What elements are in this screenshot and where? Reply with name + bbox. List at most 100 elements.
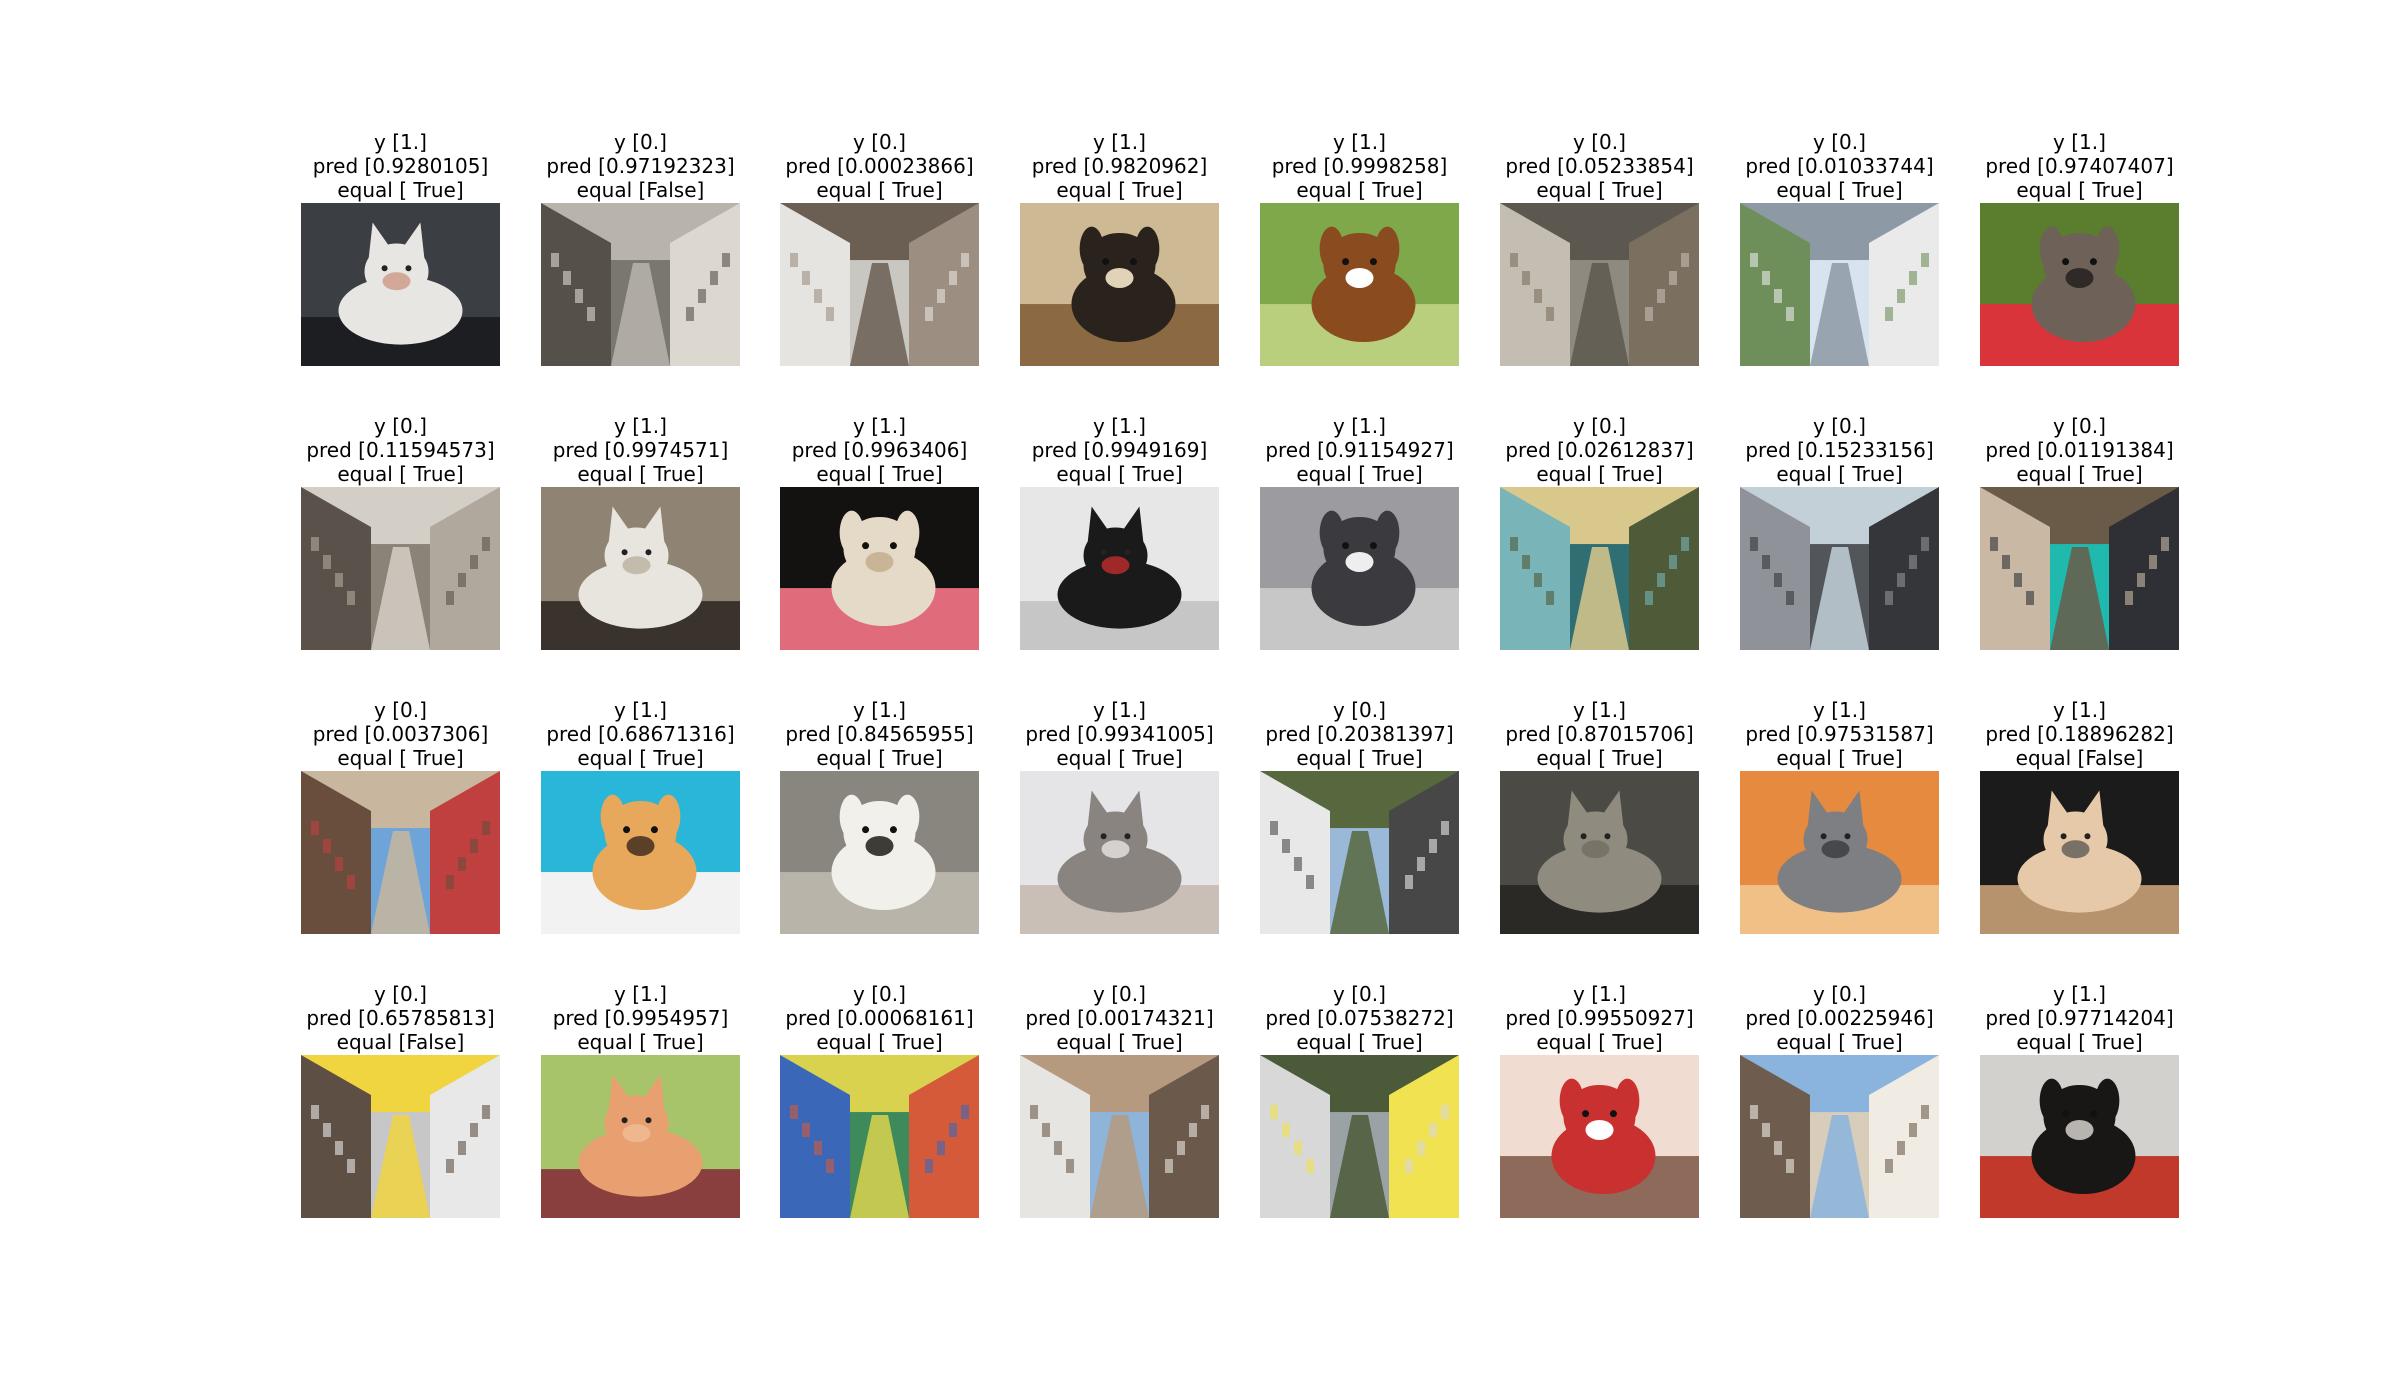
- sample-image-cat: [541, 1055, 740, 1218]
- sample-image-alley: [541, 203, 740, 366]
- sample-image-cat: [1020, 771, 1219, 934]
- panel-y-label: y [0.]: [853, 130, 906, 154]
- panel-pred-label: pred [0.0037306]: [312, 722, 489, 746]
- panel-title: y [1.] pred [0.84565955] equal [ True]: [740, 698, 1019, 770]
- panel-equal-label: equal [ True]: [1056, 178, 1183, 202]
- panel-y-label: y [0.]: [1813, 414, 1866, 438]
- panel-y-label: y [1.]: [2053, 982, 2106, 1006]
- panel-title: y [1.] pred [0.9949169] equal [ True]: [980, 414, 1259, 486]
- panel-title: y [1.] pred [0.99550927] equal [ True]: [1460, 982, 1739, 1054]
- panel-equal-label: equal [ True]: [1776, 462, 1903, 486]
- sample-image-street: [1740, 203, 1939, 366]
- sample-image-cat: [541, 487, 740, 650]
- panel-equal-label: equal [ True]: [337, 746, 464, 770]
- panel-equal-label: equal [ True]: [2016, 1030, 2143, 1054]
- panel-pred-label: pred [0.9280105]: [312, 154, 489, 178]
- panel-title: y [0.] pred [0.15233156] equal [ True]: [1700, 414, 1979, 486]
- panel-title: y [1.] pred [0.9820962] equal [ True]: [980, 130, 1259, 202]
- panel-title: y [0.] pred [0.00068161] equal [ True]: [740, 982, 1019, 1054]
- panel-pred-label: pred [0.07538272]: [1265, 1006, 1454, 1030]
- panel-title: y [0.] pred [0.01033744] equal [ True]: [1700, 130, 1979, 202]
- sample-image-alley: [780, 1055, 979, 1218]
- panel-equal-label: equal [ True]: [1056, 1030, 1183, 1054]
- prediction-grid-figure: y [1.] pred [0.9280105] equal [ True] y [0.…: [0, 0, 2400, 1400]
- panel-equal-label: equal [ True]: [577, 1030, 704, 1054]
- panel-y-label: y [0.]: [1333, 698, 1386, 722]
- sample-image-street: [1260, 1055, 1459, 1218]
- panel-equal-label: equal [False]: [2015, 746, 2144, 770]
- panel-pred-label: pred [0.97192323]: [546, 154, 735, 178]
- panel-pred-label: pred [0.68671316]: [546, 722, 735, 746]
- panel-equal-label: equal [ True]: [1776, 1030, 1903, 1054]
- panel-title: y [1.] pred [0.9963406] equal [ True]: [740, 414, 1019, 486]
- panel-y-label: y [0.]: [1093, 982, 1146, 1006]
- panel-title: y [0.] pred [0.0037306] equal [ True]: [261, 698, 540, 770]
- panel-title: y [1.] pred [0.99341005] equal [ True]: [980, 698, 1259, 770]
- panel-equal-label: equal [ True]: [1056, 746, 1183, 770]
- panel-pred-label: pred [0.00225946]: [1745, 1006, 1934, 1030]
- panel-title: y [1.] pred [0.68671316] equal [ True]: [501, 698, 780, 770]
- panel-equal-label: equal [False]: [576, 178, 705, 202]
- panel-equal-label: equal [ True]: [1296, 746, 1423, 770]
- sample-image-alley: [1500, 487, 1699, 650]
- panel-pred-label: pred [0.00023866]: [785, 154, 974, 178]
- panel-pred-label: pred [0.65785813]: [306, 1006, 495, 1030]
- panel-title: y [1.] pred [0.91154927] equal [ True]: [1220, 414, 1499, 486]
- panel-pred-label: pred [0.97407407]: [1985, 154, 2174, 178]
- panel-y-label: y [1.]: [614, 414, 667, 438]
- panel-equal-label: equal [ True]: [1536, 1030, 1663, 1054]
- panel-equal-label: equal [False]: [336, 1030, 465, 1054]
- panel-y-label: y [1.]: [1333, 414, 1386, 438]
- sample-image-alley: [1260, 771, 1459, 934]
- panel-pred-label: pred [0.99550927]: [1505, 1006, 1694, 1030]
- panel-title: y [0.] pred [0.05233854] equal [ True]: [1460, 130, 1739, 202]
- panel-pred-label: pred [0.99341005]: [1025, 722, 1214, 746]
- panel-pred-label: pred [0.00174321]: [1025, 1006, 1214, 1030]
- panel-pred-label: pred [0.20381397]: [1265, 722, 1454, 746]
- sample-image-cat: [1980, 771, 2179, 934]
- sample-image-dog: [1260, 487, 1459, 650]
- sample-image-street: [780, 203, 979, 366]
- panel-pred-label: pred [0.9949169]: [1031, 438, 1208, 462]
- panel-title: y [1.] pred [0.87015706] equal [ True]: [1460, 698, 1739, 770]
- panel-pred-label: pred [0.18896282]: [1985, 722, 2174, 746]
- sample-image-cat: [1020, 487, 1219, 650]
- panel-title: y [1.] pred [0.97531587] equal [ True]: [1700, 698, 1979, 770]
- panel-title: y [0.] pred [0.65785813] equal [False]: [261, 982, 540, 1054]
- panel-equal-label: equal [ True]: [1296, 462, 1423, 486]
- panel-equal-label: equal [ True]: [816, 178, 943, 202]
- panel-y-label: y [1.]: [853, 414, 906, 438]
- sample-image-cat: [301, 203, 500, 366]
- panel-pred-label: pred [0.9998258]: [1271, 154, 1448, 178]
- panel-equal-label: equal [ True]: [1536, 178, 1663, 202]
- panel-y-label: y [0.]: [614, 130, 667, 154]
- panel-y-label: y [0.]: [1813, 982, 1866, 1006]
- panel-y-label: y [0.]: [374, 414, 427, 438]
- sample-image-dog: [1980, 203, 2179, 366]
- sample-image-dog: [780, 487, 979, 650]
- panel-y-label: y [1.]: [1093, 698, 1146, 722]
- panel-y-label: y [1.]: [853, 698, 906, 722]
- panel-pred-label: pred [0.91154927]: [1265, 438, 1454, 462]
- panel-title: y [0.] pred [0.07538272] equal [ True]: [1220, 982, 1499, 1054]
- panel-y-label: y [1.]: [2053, 698, 2106, 722]
- sample-image-dog: [541, 771, 740, 934]
- panel-y-label: y [0.]: [853, 982, 906, 1006]
- sample-image-street: [1020, 1055, 1219, 1218]
- panel-pred-label: pred [0.9954957]: [552, 1006, 729, 1030]
- panel-title: y [1.] pred [0.9974571] equal [ True]: [501, 414, 780, 486]
- panel-y-label: y [1.]: [614, 698, 667, 722]
- panel-equal-label: equal [ True]: [1056, 462, 1183, 486]
- panel-title: y [0.] pred [0.00023866] equal [ True]: [740, 130, 1019, 202]
- sample-image-cat: [1740, 771, 1939, 934]
- panel-equal-label: equal [ True]: [1296, 178, 1423, 202]
- sample-image-dog: [1500, 1055, 1699, 1218]
- panel-pred-label: pred [0.01191384]: [1985, 438, 2174, 462]
- panel-pred-label: pred [0.15233156]: [1745, 438, 1934, 462]
- sample-image-street: [301, 487, 500, 650]
- panel-pred-label: pred [0.05233854]: [1505, 154, 1694, 178]
- panel-equal-label: equal [ True]: [2016, 462, 2143, 486]
- panel-y-label: y [1.]: [614, 982, 667, 1006]
- panel-title: y [1.] pred [0.97714204] equal [ True]: [1940, 982, 2219, 1054]
- panel-equal-label: equal [ True]: [1536, 746, 1663, 770]
